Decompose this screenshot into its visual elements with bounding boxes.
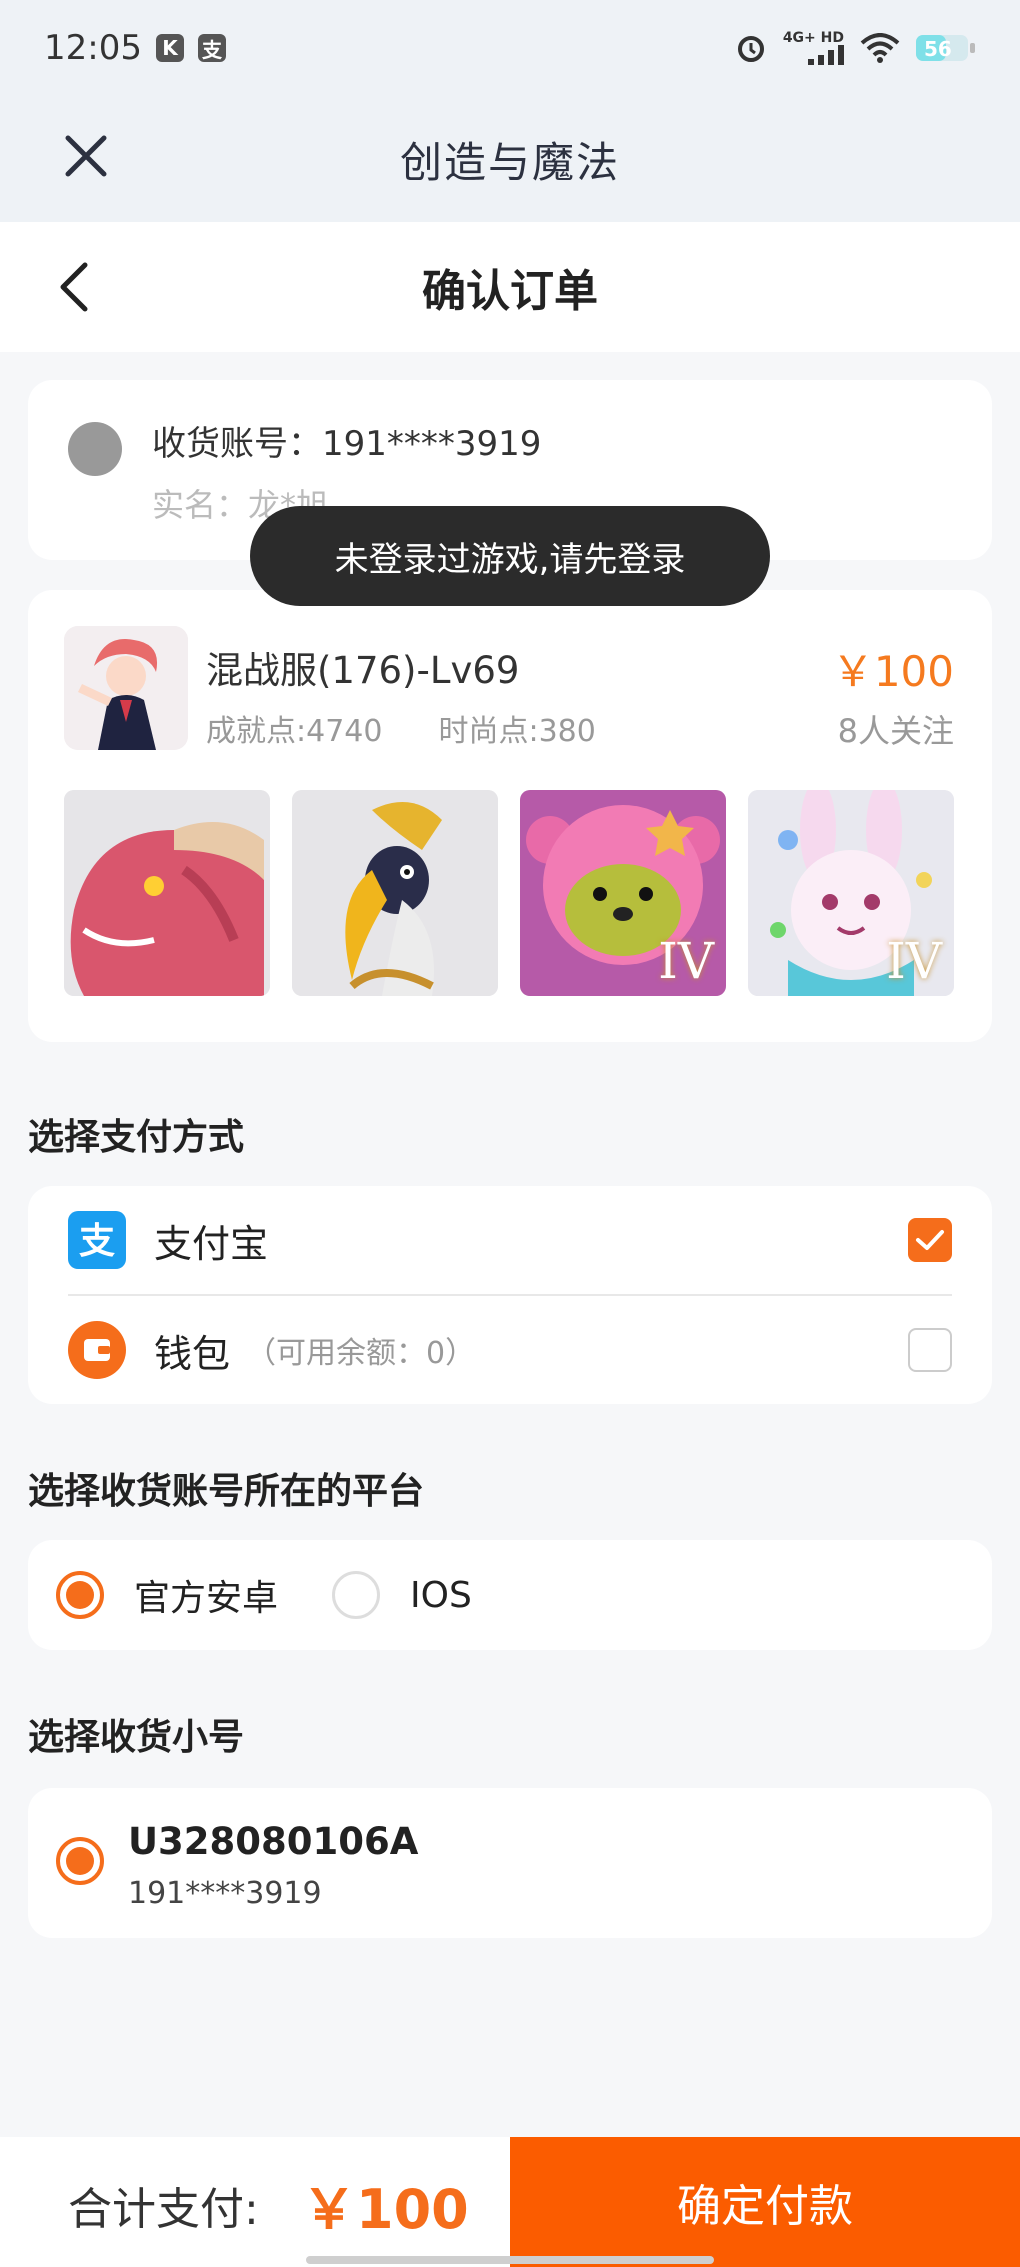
- check-icon: [916, 1230, 944, 1250]
- back-button[interactable]: [40, 254, 106, 320]
- wifi-icon: [860, 33, 900, 63]
- android-label: 官方安卓: [134, 1578, 279, 1619]
- k-app-icon: K: [155, 34, 184, 62]
- payment-option-wallet[interactable]: 钱包 （可用余额：0）: [28, 1296, 992, 1404]
- realname-label: 实名：: [152, 486, 249, 524]
- close-button[interactable]: [56, 126, 116, 186]
- battery-icon: 56: [916, 33, 976, 63]
- platform-section-title: 选择收货账号所在的平台: [28, 1471, 425, 1512]
- account-avatar: [68, 422, 122, 476]
- page-title: 确认订单: [422, 266, 598, 317]
- tier-badge: IV: [658, 932, 714, 990]
- dragon-head-icon[interactable]: [64, 790, 270, 996]
- login-toast: 未登录过游戏,请先登录: [250, 506, 770, 606]
- checkout-bar: 合计支付: ￥100 确定付款: [0, 2137, 1020, 2267]
- home-indicator: [306, 2256, 714, 2264]
- wallet-icon: [68, 1321, 126, 1379]
- alipay-icon: 支: [68, 1211, 126, 1269]
- payment-options-card: 支 支付宝 钱包 （可用余额：0）: [28, 1186, 992, 1404]
- server-level: 混战服(176)-Lv69: [206, 649, 520, 692]
- confirm-payment-button[interactable]: 确定付款: [510, 2137, 1020, 2267]
- follow-count: 8人关注: [837, 712, 954, 750]
- tier-badge: IV: [886, 932, 942, 990]
- sub-account-name: U328080106A: [128, 1820, 419, 1863]
- total-price: ￥100: [302, 2178, 469, 2241]
- sub-account-phone: 191****3919: [128, 1876, 322, 1911]
- wallet-checkbox[interactable]: [908, 1328, 952, 1372]
- toucan-bird-icon[interactable]: [292, 790, 498, 996]
- ios-radio[interactable]: [332, 1571, 381, 1619]
- platform-option-ios[interactable]: IOS: [332, 1571, 472, 1619]
- pink-bear-icon[interactable]: IV: [520, 790, 726, 996]
- alarm-icon: [735, 32, 767, 64]
- close-icon: [65, 135, 107, 177]
- svg-text:支: 支: [79, 1221, 115, 1262]
- account-phone: 191****3919: [322, 424, 542, 464]
- android-radio[interactable]: [56, 1571, 104, 1619]
- payment-option-alipay[interactable]: 支 支付宝: [28, 1186, 992, 1294]
- ios-label: IOS: [410, 1574, 472, 1616]
- chevron-left-icon: [60, 262, 88, 312]
- character-avatar: [64, 626, 188, 750]
- sub-account-card[interactable]: U328080106A 191****3919: [28, 1788, 992, 1938]
- alipay-status-icon: 支: [197, 34, 226, 62]
- signal-icon: 4G+ HD: [783, 31, 844, 65]
- app-title: 创造与魔法: [399, 137, 620, 187]
- item-thumbnails: IV IV: [64, 790, 954, 996]
- page-header: 确认订单: [0, 222, 1020, 352]
- wallet-balance: （可用余额：0）: [246, 1336, 476, 1371]
- total-label: 合计支付:: [68, 2184, 259, 2235]
- achievement-points: 成就点:4740: [206, 714, 383, 749]
- account-label: 收货账号：: [152, 424, 322, 464]
- platform-option-android[interactable]: 官方安卓: [56, 1569, 278, 1621]
- fashion-points: 时尚点:380: [438, 714, 596, 749]
- wallet-label: 钱包: [154, 1331, 231, 1376]
- payment-section-title: 选择支付方式: [28, 1117, 245, 1158]
- alipay-checkbox[interactable]: [908, 1218, 952, 1262]
- product-card[interactable]: 混战服(176)-Lv69 成就点:4740 时尚点:380 ￥100 8人关注: [28, 590, 992, 1042]
- bunny-icon[interactable]: IV: [748, 790, 954, 996]
- product-price: ￥100: [831, 647, 954, 696]
- status-bar: 12:05 K 支 4G+ HD 56: [0, 0, 1020, 96]
- mini-program-bar: 创造与魔法: [0, 96, 1020, 222]
- sub-account-section-title: 选择收货小号: [28, 1717, 245, 1758]
- alipay-label: 支付宝: [154, 1221, 269, 1266]
- platform-options-card: 官方安卓 IOS: [28, 1540, 992, 1650]
- sub-account-radio[interactable]: [56, 1837, 104, 1885]
- status-time: 12:05: [44, 28, 142, 68]
